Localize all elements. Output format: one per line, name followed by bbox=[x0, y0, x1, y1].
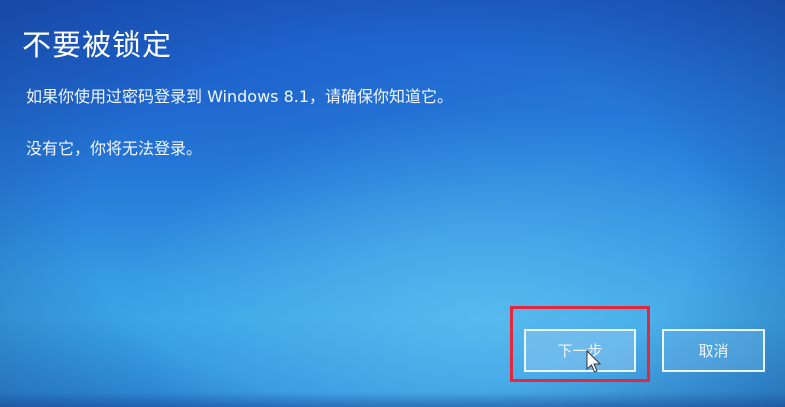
cancel-button[interactable]: 取消 bbox=[662, 329, 765, 372]
cancel-button-label: 取消 bbox=[698, 342, 729, 360]
dialog-message-line1: 如果你使用过密码登录到 Windows 8.1，请确保你知道它。 bbox=[26, 87, 454, 106]
bottom-edge-shadow bbox=[0, 392, 785, 407]
next-button[interactable]: 下一步 bbox=[524, 329, 636, 372]
dialog-title: 不要被锁定 bbox=[22, 28, 173, 62]
next-button-label: 下一步 bbox=[557, 342, 603, 360]
dialog-message-line2: 没有它，你将无法登录。 bbox=[26, 139, 203, 158]
